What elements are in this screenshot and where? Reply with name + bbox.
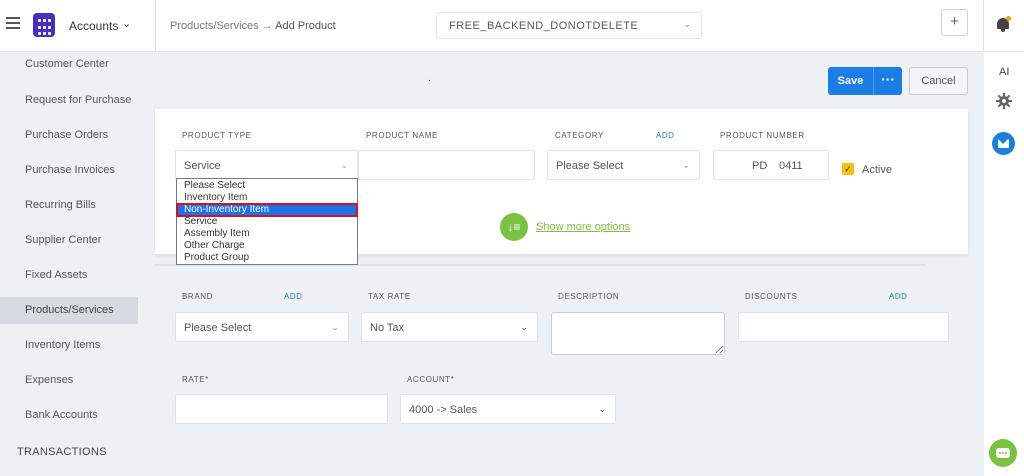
category-label: CATEGORY bbox=[555, 131, 604, 140]
breadcrumb-separator: → bbox=[261, 20, 273, 32]
product-name-input[interactable] bbox=[358, 150, 535, 180]
sidebar-item-label: Expenses bbox=[25, 374, 74, 386]
breadcrumb-parent[interactable]: Products/Services bbox=[170, 20, 259, 32]
ai-assistant-button[interactable]: AI bbox=[999, 66, 1009, 78]
sidebar-item-label: Customer Center bbox=[25, 58, 109, 70]
rate-input[interactable] bbox=[175, 394, 388, 424]
dropdown-option-non-inventory-item[interactable]: Non-Inventory Item bbox=[176, 203, 358, 217]
active-checkbox-label: Active bbox=[862, 164, 892, 176]
sidebar-item-label: Purchase Orders bbox=[25, 129, 109, 141]
tax-rate-value: No Tax bbox=[370, 322, 405, 334]
dropdown-option-service[interactable]: Service bbox=[177, 216, 357, 228]
category-select[interactable]: Please Select ⌄ bbox=[547, 150, 700, 180]
sidebar-item-label: Recurring Bills bbox=[25, 199, 96, 211]
menu-icon[interactable] bbox=[6, 17, 20, 29]
divider bbox=[983, 0, 984, 52]
more-options-button[interactable]: ··· bbox=[873, 67, 902, 95]
dropdown-option-inventory-item[interactable]: Inventory Item bbox=[177, 192, 357, 204]
mail-icon[interactable] bbox=[992, 132, 1015, 155]
company-select[interactable]: FREE_BACKEND_DONOTDELETE ⌄ bbox=[436, 12, 702, 39]
chevron-down-icon: ⌄ bbox=[598, 404, 606, 414]
sidebar-item-label: Supplier Center bbox=[25, 234, 102, 246]
sidebar: Customer Center Request for Purchase Pur… bbox=[0, 52, 155, 476]
tax-rate-select[interactable]: No Tax ⌄ bbox=[361, 312, 538, 342]
notification-bell-icon[interactable] bbox=[996, 16, 1011, 33]
active-checkbox[interactable]: ✓ bbox=[842, 163, 854, 175]
chevron-down-icon[interactable]: ⌄ bbox=[122, 17, 131, 30]
sidebar-item-fixed-assets[interactable]: Fixed Assets bbox=[0, 262, 138, 289]
category-value: Please Select bbox=[556, 160, 624, 172]
rate-label: RATE* bbox=[182, 375, 209, 384]
quick-add-button[interactable]: + bbox=[941, 9, 968, 36]
tax-rate-label: TAX RATE bbox=[368, 292, 411, 301]
breadcrumb-current: Add Product bbox=[275, 20, 336, 32]
dropdown-option-other-charge[interactable]: Other Charge bbox=[177, 240, 357, 252]
sidebar-item-recurring-bills[interactable]: Recurring Bills bbox=[0, 192, 138, 219]
sidebar-section-transactions[interactable]: TRANSACTIONS bbox=[17, 446, 107, 458]
sidebar-item-supplier-center[interactable]: Supplier Center bbox=[0, 227, 138, 254]
app-switcher-label[interactable]: Accounts bbox=[69, 19, 118, 33]
discounts-input[interactable] bbox=[738, 312, 949, 342]
add-category-link[interactable]: ADD bbox=[656, 131, 674, 140]
chevron-down-icon: ⌄ bbox=[682, 160, 690, 170]
sidebar-item-purchase-orders[interactable]: Purchase Orders bbox=[0, 122, 138, 149]
description-label: DESCRIPTION bbox=[558, 292, 620, 301]
sidebar-item-expenses[interactable]: Expenses bbox=[0, 367, 138, 394]
chevron-down-icon: ⌄ bbox=[340, 160, 348, 170]
product-type-label: PRODUCT TYPE bbox=[182, 131, 252, 140]
add-discount-link[interactable]: ADD bbox=[889, 292, 907, 301]
product-number-input[interactable]: PD 0411 bbox=[713, 150, 829, 180]
chevron-down-icon: ⌄ bbox=[683, 19, 691, 29]
brand-select[interactable]: Please Select ⌄ bbox=[175, 312, 349, 342]
account-value: 4000 -> Sales bbox=[409, 404, 478, 416]
sidebar-item-purchase-invoices[interactable]: Purchase Invoices bbox=[0, 157, 138, 184]
sidebar-item-label: Products/Services bbox=[25, 304, 114, 316]
sidebar-item-label: Request for Purchase bbox=[25, 94, 132, 106]
top-bar: Accounts ⌄ Products/Services → Add Produ… bbox=[0, 0, 1024, 52]
description-textarea[interactable] bbox=[551, 312, 725, 355]
dropdown-option-product-group[interactable]: Product Group bbox=[177, 252, 357, 264]
discounts-label: DISCOUNTS bbox=[745, 292, 798, 301]
sidebar-item-request-for-purchase[interactable]: Request for Purchase bbox=[0, 87, 138, 114]
product-type-select[interactable]: Service ⌄ bbox=[175, 150, 358, 180]
chevron-down-icon: ⌄ bbox=[331, 322, 339, 332]
save-button[interactable]: Save bbox=[828, 67, 873, 95]
sidebar-item-customer-center[interactable]: Customer Center bbox=[0, 52, 138, 79]
account-label: ACCOUNT* bbox=[407, 375, 455, 384]
product-type-dropdown-list: Please Select Inventory Item Non-Invento… bbox=[176, 178, 358, 265]
sidebar-item-label: Purchase Invoices bbox=[25, 164, 115, 176]
add-brand-link[interactable]: ADD bbox=[284, 292, 302, 301]
app-logo[interactable] bbox=[33, 13, 55, 37]
brand-value: Please Select bbox=[184, 322, 252, 334]
show-more-options-icon[interactable]: ↓≡ bbox=[500, 213, 528, 241]
dropdown-option-please-select[interactable]: Please Select bbox=[177, 180, 357, 192]
cancel-button[interactable]: Cancel bbox=[909, 67, 968, 95]
show-more-options-link[interactable]: Show more options bbox=[536, 221, 630, 233]
company-select-value: FREE_BACKEND_DONOTDELETE bbox=[449, 20, 639, 32]
chat-icon[interactable] bbox=[989, 439, 1017, 467]
product-number-label: PRODUCT NUMBER bbox=[720, 131, 805, 140]
right-rail: AI bbox=[984, 52, 1024, 476]
brand-label: BRAND bbox=[182, 292, 214, 301]
stray-dot: . bbox=[428, 73, 431, 84]
account-select[interactable]: 4000 -> Sales ⌄ bbox=[400, 394, 616, 424]
sidebar-item-label: Fixed Assets bbox=[25, 269, 88, 281]
product-number-value: 0411 bbox=[779, 160, 803, 172]
chevron-down-icon: ⌄ bbox=[520, 322, 528, 332]
sidebar-item-inventory-items[interactable]: Inventory Items bbox=[0, 332, 138, 359]
product-type-value: Service bbox=[184, 160, 221, 172]
gear-icon[interactable] bbox=[996, 93, 1012, 109]
sidebar-item-bank-accounts[interactable]: Bank Accounts bbox=[0, 402, 138, 429]
product-number-prefix: PD bbox=[752, 160, 768, 172]
breadcrumb: Products/Services → Add Product bbox=[170, 20, 336, 32]
sidebar-item-label: Inventory Items bbox=[25, 339, 101, 351]
dropdown-option-assembly-item[interactable]: Assembly Item bbox=[177, 228, 357, 240]
product-name-label: PRODUCT NAME bbox=[366, 131, 438, 140]
divider bbox=[155, 0, 156, 52]
sidebar-item-label: Bank Accounts bbox=[25, 409, 98, 421]
sidebar-item-products-services[interactable]: Products/Services bbox=[0, 297, 138, 324]
